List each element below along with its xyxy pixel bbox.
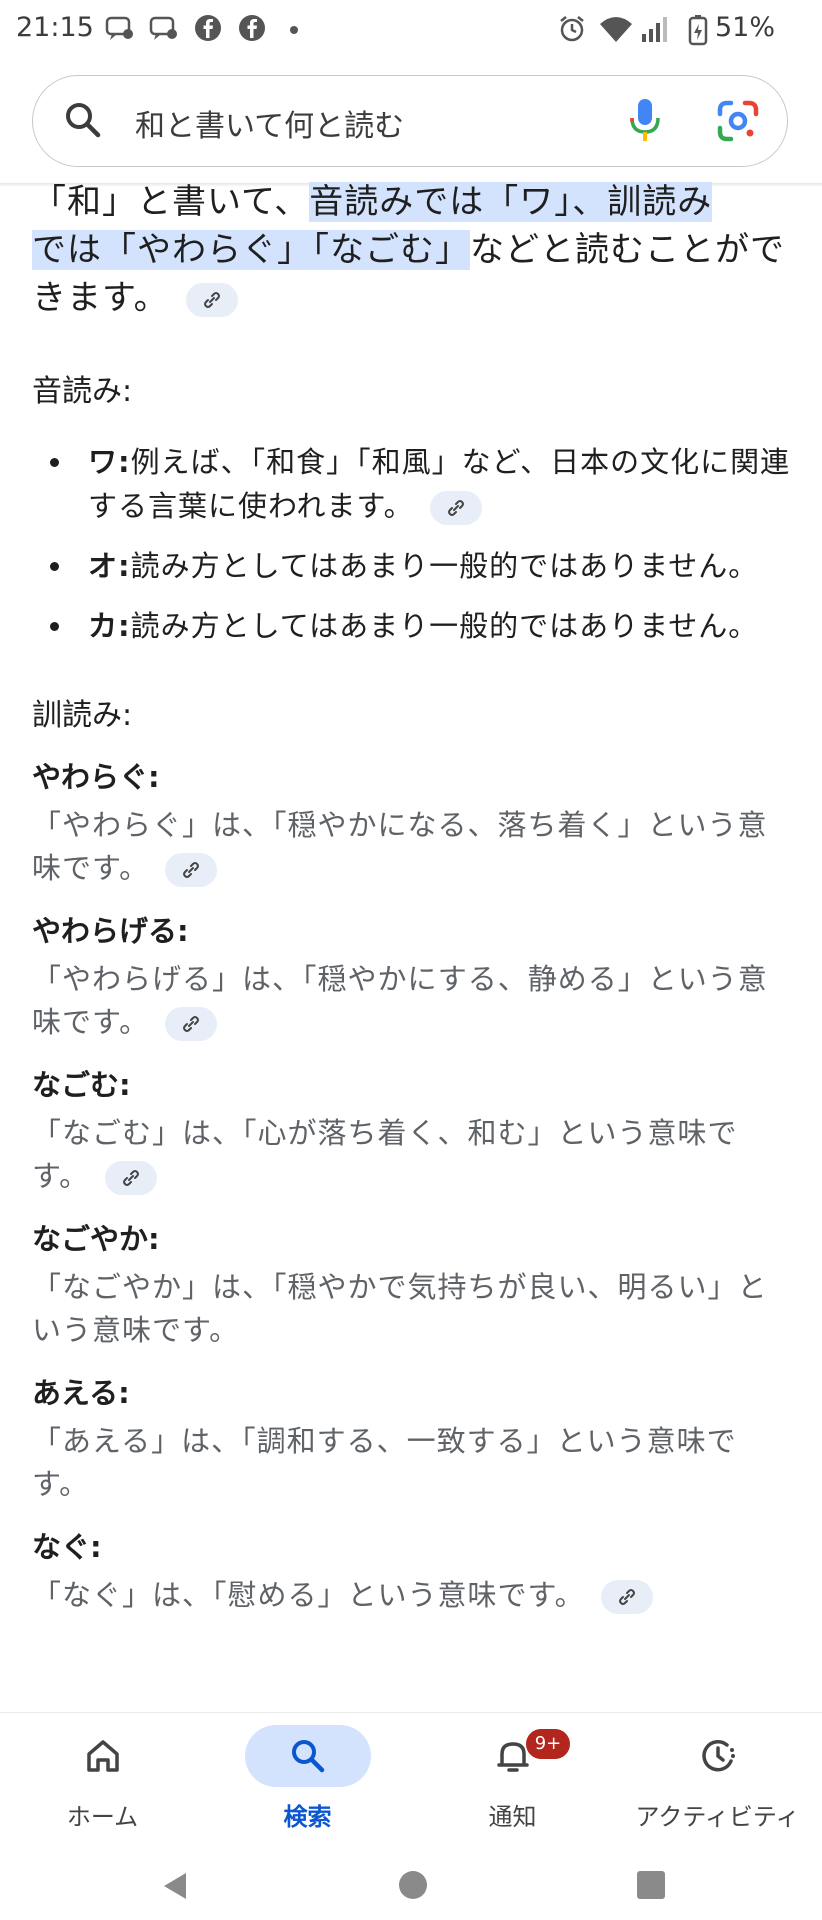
term: なごむ:: [32, 1068, 131, 1102]
kunyomi-heading: 訓読み:: [32, 698, 133, 733]
source-link-button[interactable]: [165, 1007, 218, 1041]
status-time: 21:15: [16, 12, 94, 43]
lead-text: 「和」と書いて、: [32, 182, 310, 222]
search-bar[interactable]: 和と書いて何と読む: [32, 75, 788, 167]
recents-icon[interactable]: [636, 1870, 666, 1900]
description: 「なごむ」は、「心が落ち着く、和む」という意味です。: [32, 1112, 792, 1198]
description: 「なぐ」は、「慰める」という意味です。: [32, 1574, 792, 1617]
dot-icon: [290, 26, 298, 34]
home-icon: [87, 1740, 119, 1772]
ai-overview: 「和」と書いて、音読みでは「ワ」、訓読み では「やわらぐ」「なごむ」などと読むこと…: [32, 178, 792, 1617]
nav-notifications[interactable]: 9+ 通知: [410, 1713, 615, 1851]
term: オ:: [88, 549, 131, 583]
term: カ:: [88, 609, 131, 643]
search-icon: [292, 1740, 325, 1773]
highlighted-text: では「やわらぐ」「なごむ」: [32, 230, 470, 270]
description: 「やわらぐ」は、「穏やかになる、落ち着く」という意味です。: [32, 804, 792, 890]
battery-icon: [688, 15, 708, 46]
list-item: カ:読み方としてはあまり一般的ではありません。: [32, 604, 792, 648]
bullet: [50, 458, 59, 467]
term: なぐ:: [32, 1530, 102, 1564]
link-icon: [183, 862, 200, 878]
term: やわらげる:: [32, 914, 189, 948]
notification-badge: 9+: [526, 1729, 570, 1759]
status-bar: 21:15 51%: [0, 0, 822, 62]
nav-search-label: 検索: [283, 1803, 332, 1831]
term: なごやか:: [32, 1222, 160, 1256]
bullet: [50, 622, 59, 631]
source-link-button[interactable]: [105, 1161, 158, 1195]
nav-activity-label: アクティビティ: [635, 1803, 800, 1831]
highlighted-text: 音読みでは「ワ」、訓読み: [309, 182, 713, 222]
nav-home[interactable]: ホーム: [0, 1713, 205, 1851]
description: 読み方としてはあまり一般的ではありません。: [130, 609, 759, 643]
description-text: 「やわらぐ」は、「穏やかになる、落ち着く」という意味です。: [32, 808, 768, 885]
wifi-icon: [600, 17, 632, 42]
system-navigation-bar: [0, 1850, 822, 1920]
term: あえる:: [32, 1376, 130, 1410]
source-link-button[interactable]: [429, 491, 482, 525]
onyomi-list: ワ:例えば、「和食」「和風」など、日本の文化に関連する言葉に使われます。 オ:読…: [32, 440, 792, 648]
activity-icon: [702, 1740, 735, 1772]
facebook-icon: [195, 15, 221, 41]
link-icon: [447, 500, 464, 516]
bottom-navigation: ホーム 検索 9+ 通知 アクティビティ: [0, 1712, 822, 1851]
nav-notifications-label: 通知: [488, 1803, 537, 1831]
description: 「やわらげる」は、「穏やかにする、静める」という意味です。: [32, 958, 792, 1044]
kunyomi-list: やわらぐ: 「やわらぐ」は、「穏やかになる、落ち着く」という意味です。 やわらげ…: [32, 754, 792, 1617]
list-item: ワ:例えば、「和食」「和風」など、日本の文化に関連する言葉に使われます。: [32, 440, 792, 528]
home-button-icon[interactable]: [398, 1870, 428, 1900]
description: 「なごやか」は、「穏やかで気持ちが良い、明るい」という意味です。: [32, 1270, 768, 1347]
alarm-icon: [560, 16, 584, 42]
term: ワ:: [88, 445, 131, 479]
link-icon: [618, 1589, 635, 1605]
back-icon[interactable]: [160, 1870, 190, 1902]
microphone-icon[interactable]: [625, 96, 665, 150]
source-link-button[interactable]: [600, 1580, 653, 1614]
description: 読み方としてはあまり一般的ではありません。: [130, 549, 759, 583]
description: 「あえる」は、「調和する、一致する」という意味です。: [32, 1424, 737, 1501]
bullet: [50, 562, 59, 571]
battery-percent: 51%: [715, 12, 776, 43]
google-lens-icon[interactable]: [715, 98, 761, 148]
onyomi-heading: 音読み:: [32, 374, 133, 409]
link-icon: [123, 1170, 140, 1186]
description-text: 「やわらげる」は、「穏やかにする、静める」という意味です。: [32, 962, 768, 1039]
chat-bubble-icon: [105, 16, 133, 40]
source-link-button[interactable]: [186, 282, 239, 317]
nav-home-label: ホーム: [66, 1803, 139, 1831]
signal-icon: [642, 17, 667, 42]
link-icon: [204, 291, 221, 308]
list-item: オ:読み方としてはあまり一般的ではありません。: [32, 544, 792, 588]
lead-paragraph: 「和」と書いて、音読みでは「ワ」、訓読み では「やわらぐ」「なごむ」などと読むこと…: [32, 178, 792, 322]
term: やわらぐ:: [32, 760, 160, 794]
description-text: 「なぐ」は、「慰める」という意味です。: [32, 1578, 585, 1612]
nav-activity[interactable]: アクティビティ: [615, 1713, 820, 1851]
chat-bubble-icon: [149, 16, 177, 40]
source-link-button[interactable]: [165, 853, 218, 887]
facebook-icon: [239, 15, 265, 41]
search-icon: [63, 100, 103, 144]
search-input[interactable]: 和と書いて何と読む: [135, 101, 404, 145]
link-icon: [183, 1016, 200, 1032]
nav-search[interactable]: 検索: [205, 1713, 410, 1851]
